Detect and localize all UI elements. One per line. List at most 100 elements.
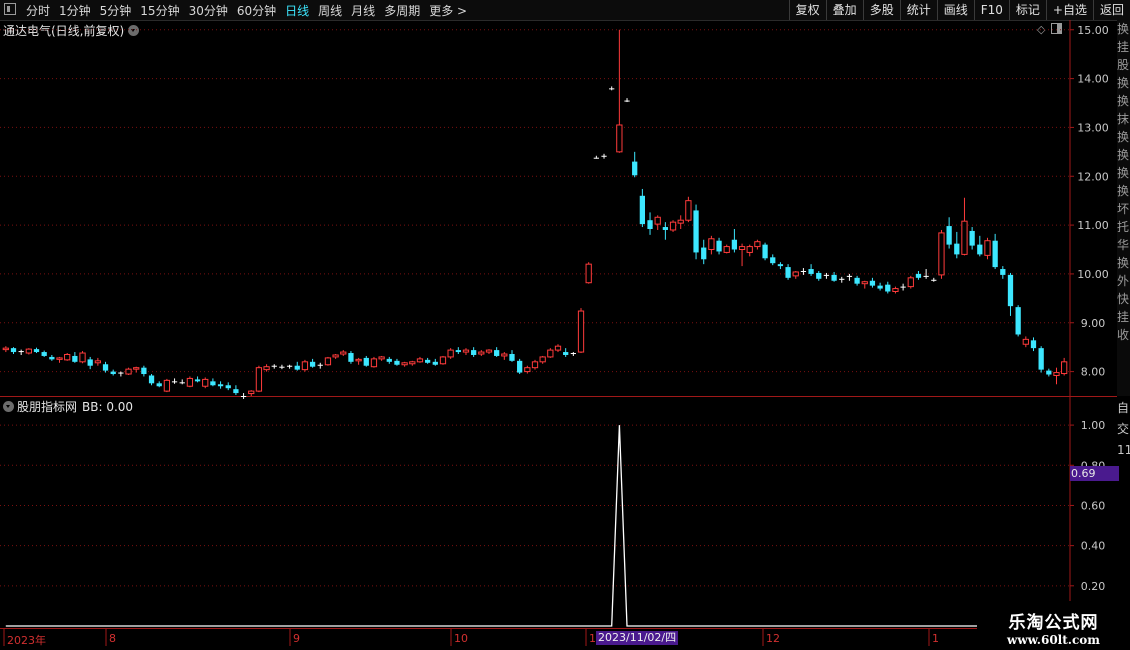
candle-body	[240, 396, 247, 397]
candle-body	[877, 285, 883, 289]
candle-body	[202, 378, 209, 387]
candle-body	[485, 349, 493, 353]
candle-body	[654, 216, 661, 225]
candle-body	[869, 280, 876, 286]
candle-body	[94, 360, 101, 364]
chevron-down-icon[interactable]	[3, 401, 14, 412]
candle-body	[524, 367, 531, 373]
candle-body	[708, 238, 715, 251]
price-axis-label: 12.00	[1077, 170, 1109, 183]
candle-body	[179, 382, 185, 384]
date-axis-label: 2023年	[7, 634, 46, 647]
candle-body	[49, 356, 55, 360]
candle-body	[378, 356, 385, 360]
candle-body	[609, 88, 615, 90]
candle-body	[72, 355, 78, 362]
candle-body	[1061, 361, 1068, 375]
candle-body	[531, 361, 539, 369]
indicator-axis-label: 1.00	[1081, 419, 1106, 432]
candle-body	[585, 263, 592, 284]
candle-body	[478, 351, 485, 355]
candle-body	[800, 270, 807, 272]
candle-body	[1000, 269, 1006, 275]
candle-body	[1022, 338, 1029, 345]
right-info-strip-lower: 自交11111111	[1117, 401, 1130, 457]
candle-body	[194, 379, 201, 382]
candle-body	[501, 353, 508, 357]
crosshair-date-label: 2023/11/02/四	[596, 631, 679, 645]
candle-body	[570, 353, 576, 355]
candle-body	[394, 360, 400, 365]
indicator-current-value: 0.69	[1070, 466, 1119, 481]
candle-body	[563, 352, 569, 355]
price-axis-label: 14.00	[1077, 73, 1109, 86]
candle-body	[839, 278, 845, 280]
price-axis-label: 9.00	[1081, 317, 1106, 330]
candle-body	[64, 353, 71, 361]
date-axis-label: 1	[589, 632, 596, 645]
price-axis-label: 8.00	[1081, 366, 1106, 379]
indicator-name[interactable]: 股朋指标网	[17, 400, 77, 414]
candle-body	[624, 100, 630, 102]
candle-body	[363, 357, 369, 366]
candle-body	[785, 267, 791, 278]
indicator-line	[5, 425, 1080, 627]
candle-body	[332, 354, 339, 358]
candle-body	[33, 349, 40, 353]
candle-body	[87, 359, 93, 366]
date-axis-label: 1	[932, 632, 939, 645]
candle-body	[977, 244, 983, 255]
candle-body	[746, 246, 753, 253]
watermark-url: www.60lt.com	[1007, 633, 1100, 647]
candle-body	[163, 379, 171, 392]
candle-body	[439, 356, 447, 365]
candle-body	[1030, 340, 1037, 349]
candle-body	[263, 366, 270, 371]
candle-body	[723, 246, 730, 253]
candle-body	[716, 240, 722, 252]
candle-body	[102, 364, 109, 371]
indicator-value: BB: 0.00	[82, 400, 134, 414]
candle-body	[754, 241, 761, 248]
candle-body	[118, 372, 124, 374]
candle-body	[309, 361, 316, 367]
candle-body	[777, 264, 784, 267]
candle-body	[554, 345, 562, 351]
candle-body	[577, 310, 585, 353]
date-axis-label: 9	[293, 632, 300, 645]
price-axis-label: 15.00	[1077, 24, 1109, 37]
candle-body	[632, 161, 638, 176]
candle-body	[647, 220, 653, 229]
candle-body	[509, 354, 515, 361]
candle-body	[601, 155, 607, 157]
candle-body	[693, 210, 699, 253]
price-axis-label: 13.00	[1077, 121, 1109, 134]
candle-body	[946, 226, 952, 245]
candle-body	[938, 232, 945, 276]
candle-body	[731, 239, 738, 250]
candle-body	[348, 353, 354, 362]
candle-body	[255, 367, 263, 392]
candle-body	[370, 358, 378, 368]
candle-body	[517, 360, 523, 373]
right-info-strip: 换挂股换换抹换换换换坏托华换外快挂收	[1117, 20, 1130, 396]
candle-body	[846, 275, 853, 277]
candle-body	[10, 348, 17, 353]
candle-body	[2, 347, 9, 351]
candle-body	[286, 365, 293, 367]
candle-body	[823, 274, 830, 276]
candle-body	[616, 124, 623, 153]
kline-chart[interactable]: 15.00 14.00 13.00 12.00 11.00 10.00 9.00 8.00 1.…	[0, 0, 1130, 650]
candle-body	[210, 381, 216, 386]
candle-body	[148, 375, 155, 384]
candle-body	[225, 385, 231, 389]
candle-body	[156, 383, 162, 387]
candle-body	[462, 349, 470, 353]
candle-body	[233, 389, 239, 394]
candle-body	[808, 269, 814, 274]
candle-body	[110, 371, 116, 375]
candle-body	[494, 350, 500, 356]
candle-body	[355, 358, 362, 362]
candle-body	[41, 352, 47, 356]
candle-body	[931, 279, 937, 281]
